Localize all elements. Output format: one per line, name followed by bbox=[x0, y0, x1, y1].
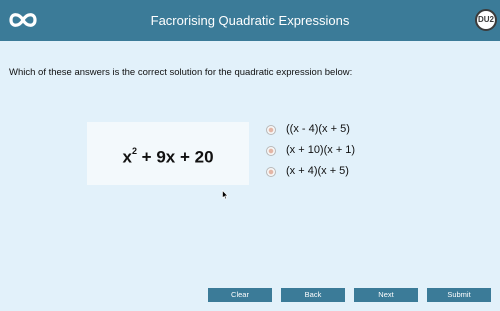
expression-rest: + 9x + 20 bbox=[136, 147, 214, 167]
expression-box: x2 + 9x + 20 bbox=[87, 122, 249, 185]
mouse-cursor-icon bbox=[222, 190, 228, 200]
submit-button[interactable]: Submit bbox=[427, 288, 491, 302]
answer-option-label: ((x - 4)(x + 5) bbox=[286, 123, 350, 135]
next-button[interactable]: Next bbox=[354, 288, 418, 302]
back-button[interactable]: Back bbox=[281, 288, 345, 302]
expression-base: x bbox=[122, 147, 132, 167]
answer-option-label: (x + 4)(x + 5) bbox=[286, 165, 349, 177]
expression-exponent: 2 bbox=[131, 146, 137, 156]
du2-logo-badge: DU2 bbox=[475, 9, 497, 31]
answer-option-label: (x + 10)(x + 1) bbox=[286, 144, 356, 156]
radio-button[interactable] bbox=[266, 125, 276, 135]
page-title: Facrorising Quadratic Expressions bbox=[150, 13, 350, 28]
radio-button[interactable] bbox=[266, 146, 276, 156]
clear-button[interactable]: Clear bbox=[208, 288, 272, 302]
question-text: Which of these answers is the correct so… bbox=[9, 67, 353, 78]
quadratic-expression: x2 + 9x + 20 bbox=[87, 122, 249, 185]
radio-button[interactable] bbox=[266, 167, 276, 177]
header-bar: Facrorising Quadratic Expressions DU2 bbox=[0, 0, 500, 41]
